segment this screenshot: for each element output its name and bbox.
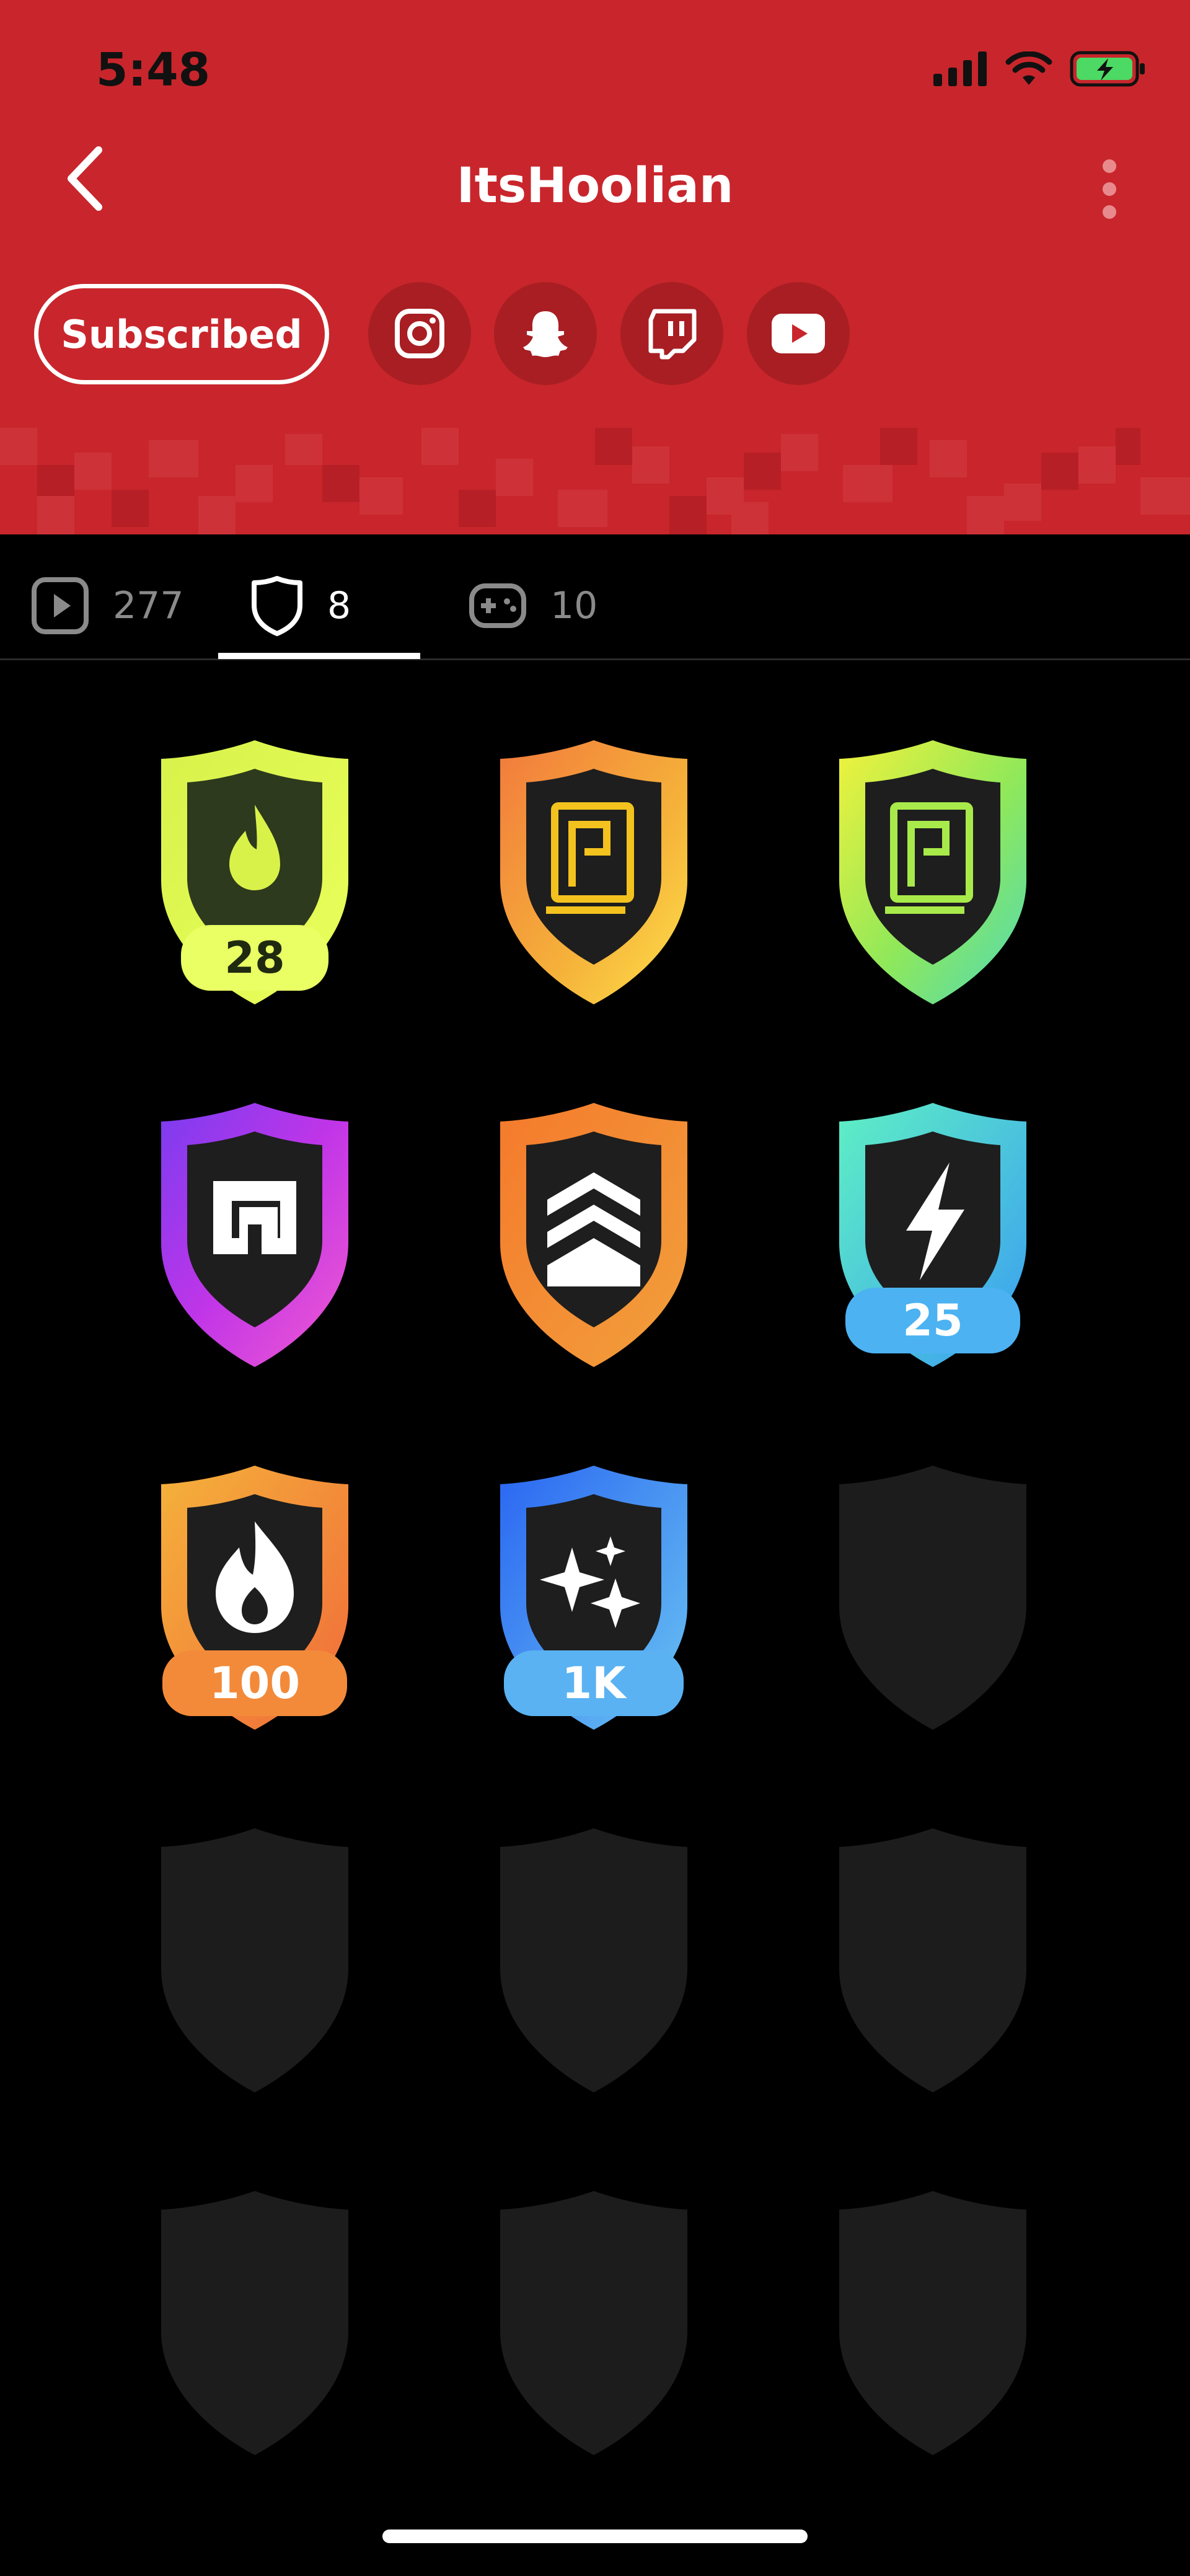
badge-label: 25 bbox=[902, 1295, 963, 1346]
badge-label: 28 bbox=[224, 932, 285, 983]
shield-icon bbox=[252, 576, 302, 636]
more-icon bbox=[1103, 159, 1116, 219]
badge-page-lime[interactable] bbox=[818, 732, 1047, 1017]
status-time: 5:48 bbox=[96, 43, 211, 97]
badge-chevrons-orange[interactable] bbox=[479, 1094, 708, 1379]
snapchat-icon bbox=[523, 311, 568, 357]
badge-page-orange[interactable] bbox=[479, 732, 708, 1017]
badge-sparkles-1k[interactable]: 1K bbox=[479, 1457, 708, 1742]
active-tab-indicator bbox=[218, 653, 420, 659]
gamepad-icon bbox=[469, 583, 526, 628]
tab-games[interactable]: 10 bbox=[469, 572, 597, 640]
instagram-icon bbox=[395, 309, 444, 358]
locked-badge bbox=[479, 2182, 708, 2468]
subscribed-button[interactable]: Subscribed bbox=[34, 284, 329, 384]
tab-videos[interactable]: 277 bbox=[31, 572, 184, 640]
badge-bolt-25[interactable]: 25 bbox=[818, 1094, 1047, 1379]
wifi-icon bbox=[1005, 51, 1052, 85]
more-button[interactable] bbox=[1091, 155, 1128, 223]
battery-icon bbox=[1070, 51, 1145, 87]
profile-title: ItsHoolian bbox=[456, 158, 734, 214]
instagram-button[interactable] bbox=[368, 282, 471, 385]
tab-badges[interactable]: 8 bbox=[250, 572, 351, 640]
signal-icon bbox=[933, 51, 987, 86]
youtube-icon bbox=[772, 314, 825, 353]
profile-tabs: 277 8 10 bbox=[0, 534, 1190, 660]
locked-badge bbox=[140, 2182, 369, 2468]
snapchat-button[interactable] bbox=[494, 282, 597, 385]
status-icons bbox=[933, 51, 1147, 87]
play-icon bbox=[32, 577, 89, 634]
badge-label: 100 bbox=[209, 1658, 301, 1709]
locked-badge bbox=[818, 1457, 1047, 1742]
profile-header: 5:48 ItsHoolian Subscribed bbox=[0, 0, 1190, 534]
badge-flame-28[interactable]: 28 bbox=[140, 732, 369, 1017]
locked-badge bbox=[479, 1820, 708, 2105]
twitch-icon bbox=[648, 309, 697, 360]
pixel-banner bbox=[0, 428, 1190, 534]
badge-logo-purple[interactable] bbox=[140, 1094, 369, 1379]
tab-badges-count: 8 bbox=[327, 584, 351, 627]
youtube-button[interactable] bbox=[747, 282, 850, 385]
badge-fire-100[interactable]: 100 bbox=[140, 1457, 369, 1742]
locked-badge bbox=[818, 1820, 1047, 2105]
locked-badge bbox=[818, 2182, 1047, 2468]
tab-games-count: 10 bbox=[550, 584, 598, 627]
twitch-button[interactable] bbox=[620, 282, 723, 385]
badge-label: 1K bbox=[562, 1658, 626, 1709]
locked-badge bbox=[140, 1820, 369, 2105]
home-indicator[interactable] bbox=[382, 2530, 808, 2543]
tab-videos-count: 277 bbox=[113, 584, 184, 627]
